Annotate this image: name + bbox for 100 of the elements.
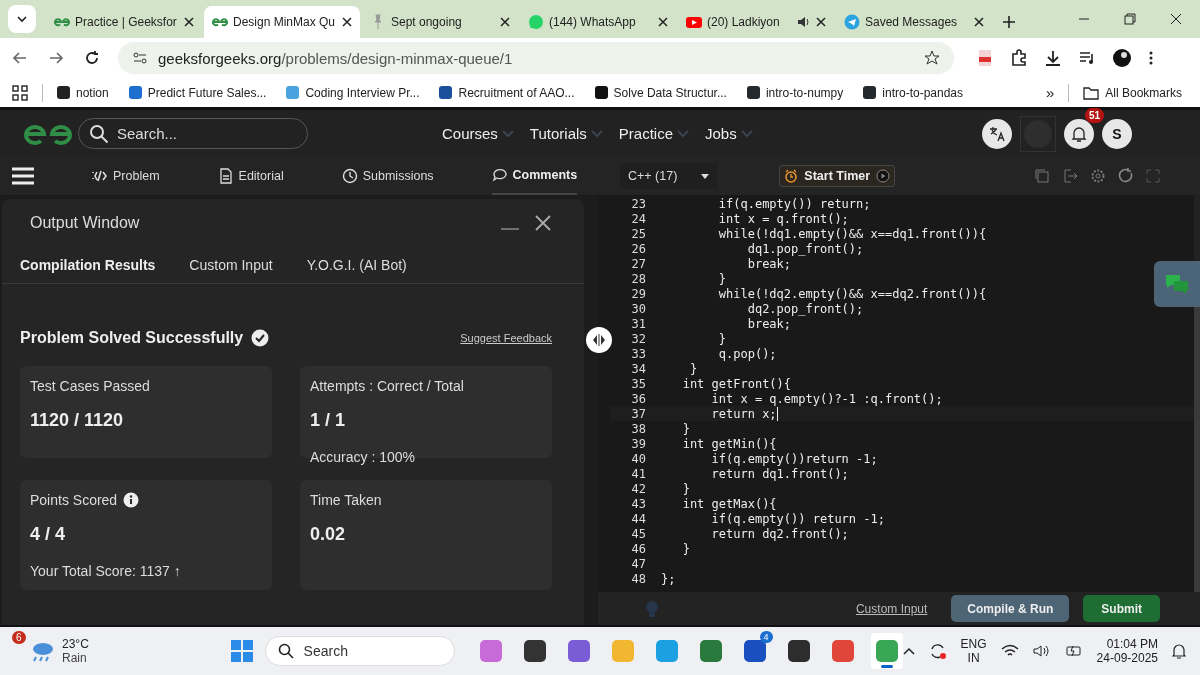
close-icon[interactable] (534, 214, 552, 232)
feedback-link[interactable]: Suggest Feedback (460, 332, 552, 344)
nav-link[interactable]: Jobs (705, 125, 753, 142)
close-icon[interactable] (974, 17, 984, 27)
code-line: } (717, 271, 727, 286)
input-language[interactable]: ENG IN (960, 637, 987, 665)
search-field[interactable]: Search (264, 636, 455, 666)
wifi-icon[interactable] (1000, 644, 1019, 658)
line-number: 48 (630, 571, 646, 586)
browser-tab[interactable]: Saved Messages (836, 6, 992, 38)
tab-search-button[interactable] (8, 5, 36, 33)
line-number: 38 (630, 421, 646, 436)
back-icon[interactable] (12, 50, 28, 66)
import-icon[interactable] (1062, 168, 1078, 184)
code-line: while(!dq2.empty()&& x==dq2.front()){ (717, 286, 987, 301)
apps-icon[interactable] (12, 84, 28, 101)
bookmark[interactable]: intro-to-numpy (746, 85, 844, 100)
compile-run-button[interactable]: Compile & Run (951, 595, 1070, 622)
line-number: 37 (630, 406, 646, 421)
problem-tab[interactable]: Submissions (341, 157, 434, 195)
windows-icon[interactable] (230, 640, 253, 662)
play-icon (876, 169, 891, 183)
media-icon[interactable] (1078, 49, 1096, 67)
new-tab-icon[interactable] (1002, 15, 1016, 29)
taskbar-app[interactable]: 4 (738, 633, 771, 669)
tab-title: Design MinMax Qu (233, 15, 337, 29)
sync-icon[interactable] (928, 642, 947, 660)
translate-icon (988, 125, 1006, 142)
settings-icon[interactable] (1090, 168, 1106, 184)
star-icon[interactable] (924, 50, 940, 66)
stat-note: Your Total Score: 1137 ↑ (30, 563, 182, 579)
close-icon[interactable] (342, 17, 352, 27)
bookmark[interactable]: Recruitment of AAO... (439, 85, 575, 100)
browser-tab[interactable]: (144) WhatsApp (520, 6, 676, 38)
close-icon[interactable] (184, 17, 194, 27)
taskbar-app[interactable] (870, 633, 903, 669)
output-tab[interactable]: Custom Input (189, 257, 273, 273)
line-number: 31 (630, 316, 646, 331)
output-tab[interactable]: Y.O.G.I. (AI Bot) (306, 257, 407, 273)
language-dropdown[interactable]: C++ (17) (620, 163, 718, 189)
line-number: 27 (630, 256, 646, 271)
browser-tab[interactable]: Sept ongoing (362, 6, 518, 38)
paper-plane-icon (844, 14, 860, 30)
bookmark[interactable]: Coding Interview Pr... (286, 85, 420, 100)
clock[interactable]: 01:04 PM 24-09-2025 (1096, 637, 1158, 665)
panel-title: Output Window (30, 214, 140, 232)
profile-avatar[interactable] (1112, 48, 1132, 68)
address-field[interactable]: geeksforgeeks.org/problems/design-minmax-queue/1 (118, 42, 954, 74)
close-icon[interactable] (500, 17, 510, 27)
line-number: 33 (630, 346, 646, 361)
menu-icon[interactable] (12, 167, 34, 185)
line-number: 42 (630, 481, 646, 496)
bookmark[interactable]: Solve Data Structur... (594, 85, 727, 100)
close-icon[interactable] (1170, 13, 1182, 25)
browser-tab[interactable]: Practice | Geeksfor (46, 6, 202, 38)
nav-link[interactable]: Practice (618, 125, 689, 142)
start-timer-button[interactable]: Start Timer (779, 165, 896, 187)
custom-input-link[interactable]: Custom Input (855, 601, 928, 616)
browser-tab[interactable]: (20) Ladkiyon (678, 6, 834, 38)
play-icon (686, 14, 702, 30)
code-line: int x = q.front(); (717, 211, 849, 226)
battery-icon[interactable] (1064, 644, 1083, 658)
problem-tab[interactable]: Editorial (217, 157, 284, 195)
stat-value: 1120 / 1120 (30, 410, 125, 431)
restore-icon[interactable] (1124, 13, 1136, 25)
nav-link[interactable]: Tutorials (529, 125, 603, 142)
browser-tab[interactable]: Design MinMax Qu (204, 6, 360, 38)
bell-icon[interactable] (1172, 643, 1186, 659)
forward-icon[interactable] (48, 50, 64, 66)
code-line: q.pop(); (717, 346, 777, 361)
reload-icon[interactable] (84, 50, 100, 66)
speaker-icon[interactable] (1032, 644, 1051, 658)
download-icon[interactable] (1044, 49, 1062, 67)
output-tab[interactable]: Compilation Results (20, 257, 156, 273)
close-icon[interactable] (658, 17, 668, 27)
more-bookmarks-button[interactable]: » (1045, 84, 1055, 101)
info-icon[interactable] (123, 492, 140, 508)
puzzle-icon[interactable] (1010, 49, 1028, 67)
translate-button[interactable] (982, 118, 1012, 149)
document-icon (217, 168, 234, 184)
line-number: 46 (630, 541, 646, 556)
code-line: return dq2.front(); (710, 526, 849, 541)
bookmark[interactable]: notion (57, 85, 109, 100)
code-line: return dq1.front(); (710, 466, 849, 481)
more-icon[interactable] (1148, 49, 1154, 67)
bookmark[interactable]: intro-to-pandas (863, 85, 963, 100)
problem-tab[interactable]: Problem (92, 157, 160, 195)
all-bookmarks-button[interactable]: All Bookmarks (1083, 85, 1182, 100)
problem-tab[interactable]: Comments (491, 157, 578, 195)
submit-button[interactable]: Submit (1083, 595, 1160, 622)
line-number: 47 (630, 556, 646, 571)
stat-label: Time Taken (310, 492, 382, 508)
notification-button[interactable] (1064, 118, 1094, 149)
reset-icon[interactable] (1118, 168, 1134, 184)
chevron-up-icon[interactable] (902, 647, 915, 655)
user-avatar[interactable]: S (1102, 118, 1132, 149)
code-line: int x = q.empty()?-1 :q.front(); (710, 391, 943, 406)
nav-link[interactable]: Courses (442, 125, 514, 142)
close-icon[interactable] (816, 17, 826, 27)
bookmark[interactable]: Predict Future Sales... (128, 85, 267, 100)
